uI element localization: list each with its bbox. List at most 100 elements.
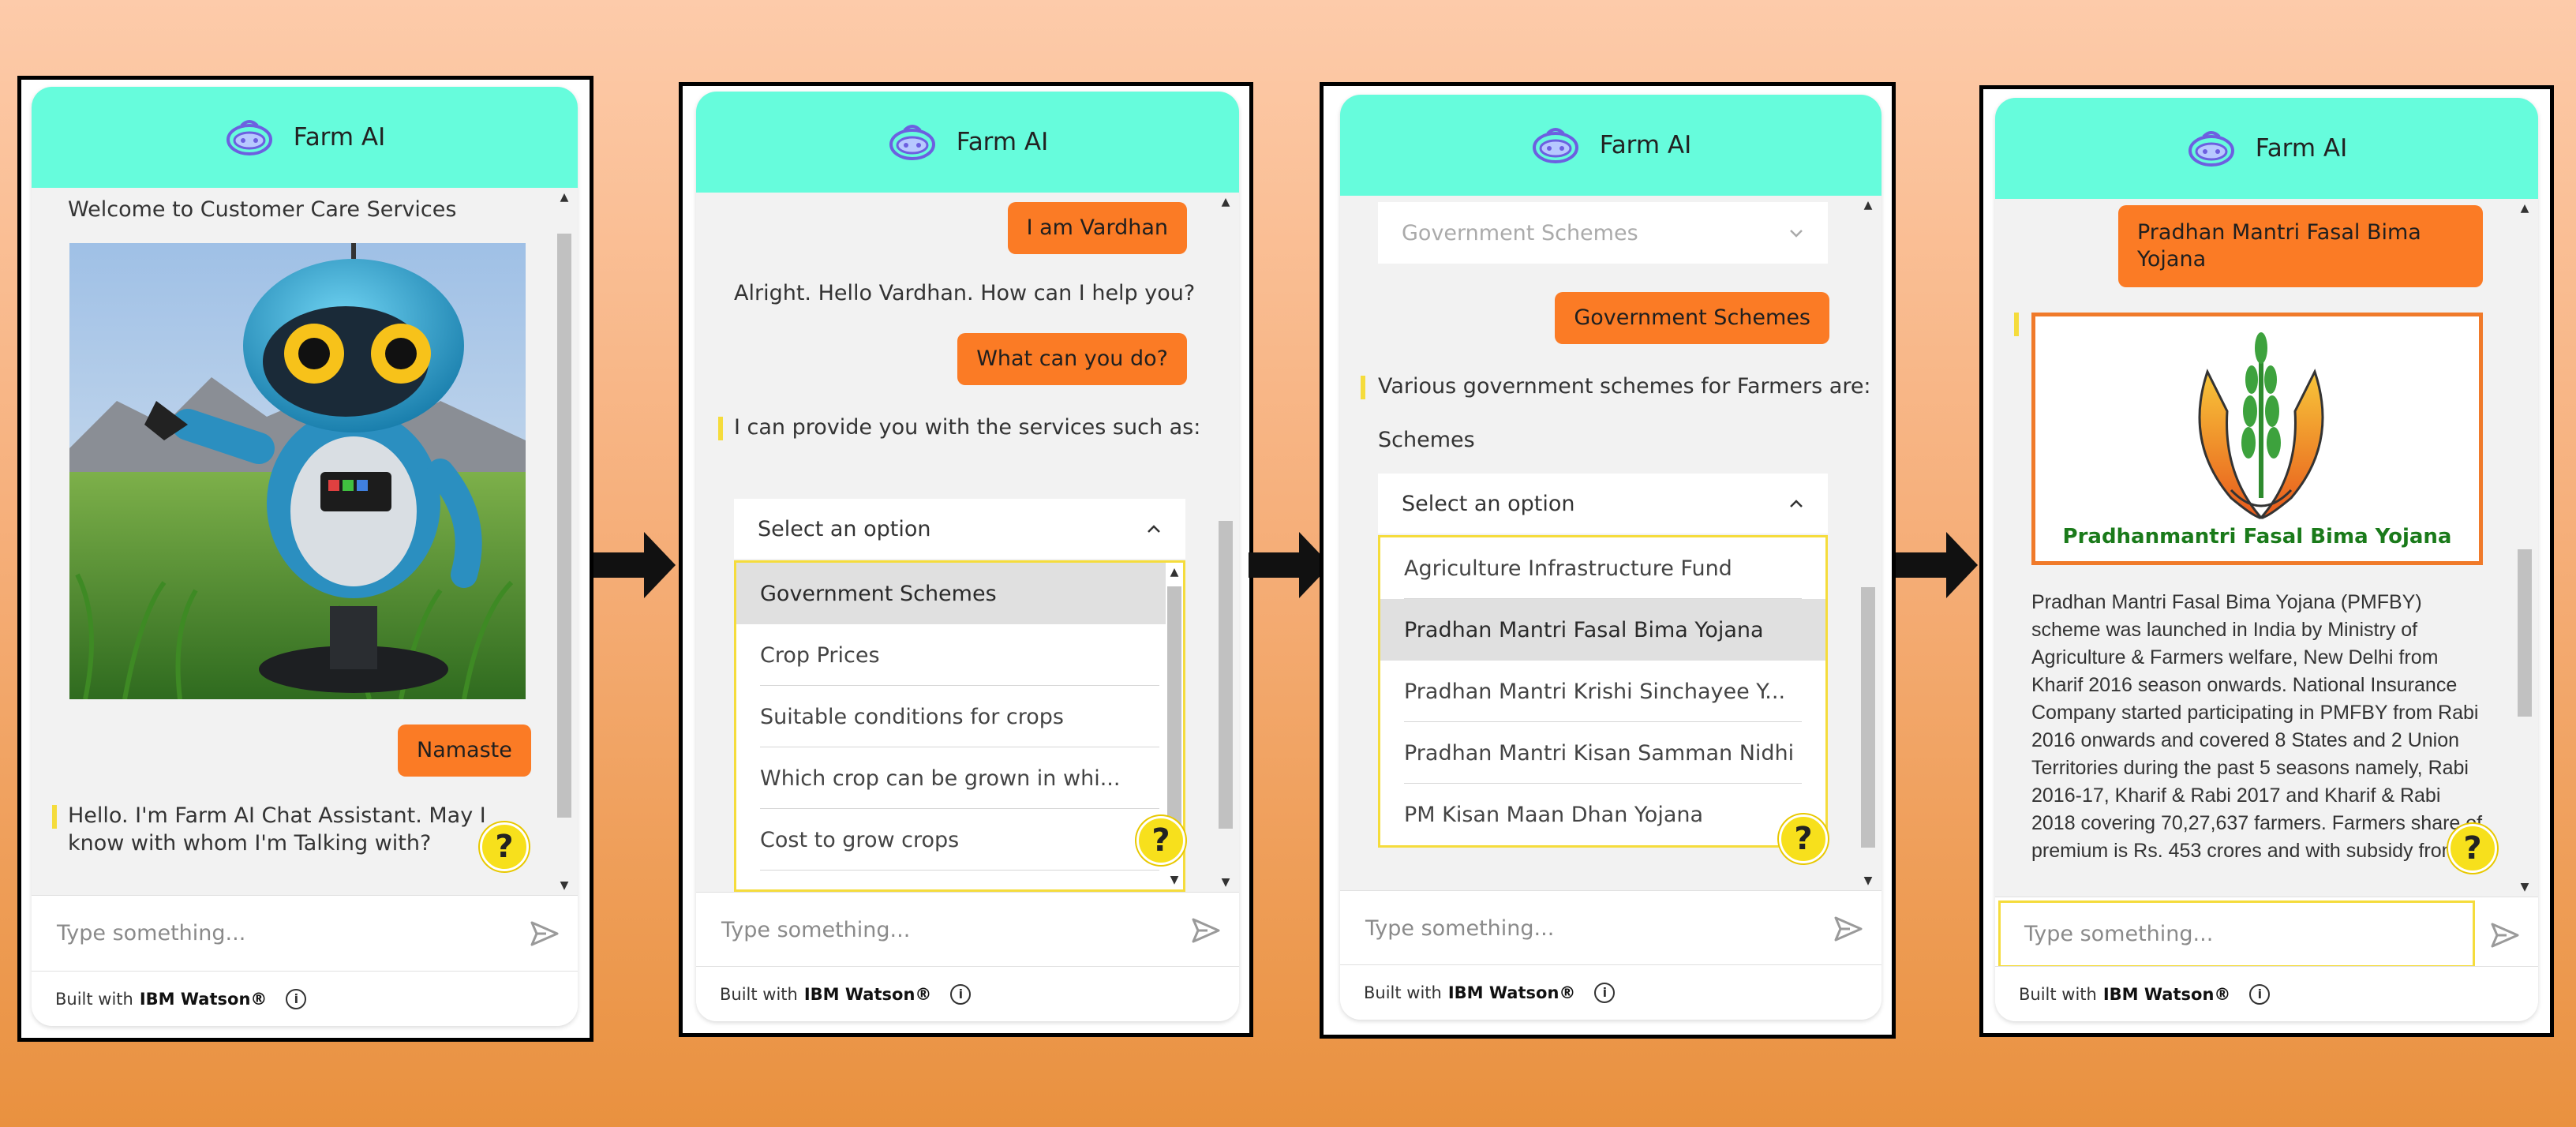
scroll-up-icon[interactable]: ▲ (1217, 194, 1234, 210)
message-input[interactable]: Type something... (696, 893, 1176, 968)
scheme-logo-caption: Pradhanmantri Fasal Bima Yojana (2062, 525, 2452, 549)
send-icon[interactable] (2489, 919, 2521, 951)
chat-header: Farm AI (1340, 95, 1881, 196)
info-icon[interactable]: i (1594, 982, 1616, 1003)
option-select[interactable]: Select an option (734, 499, 1185, 559)
scroll-thumb[interactable] (1219, 521, 1233, 829)
scroll-up-icon[interactable]: ▲ (1859, 197, 1877, 213)
info-icon[interactable]: i (950, 983, 972, 1005)
robot-logo-icon (1532, 128, 1578, 163)
scroll-down-icon[interactable]: ▼ (1217, 874, 1234, 890)
scroll-thumb[interactable] (1861, 587, 1875, 848)
scroll-down-icon[interactable]: ▼ (1859, 873, 1877, 889)
scheme-logo-image: Pradhanmantri Fasal Bima Yojana (2031, 313, 2483, 565)
select-placeholder: Select an option (1402, 491, 1575, 516)
bot-message-accent (52, 805, 57, 829)
chat-header: Farm AI (1995, 98, 2538, 199)
bot-message-accent (718, 417, 723, 440)
chat-scrollbar[interactable]: ▲ ▼ (2516, 199, 2533, 897)
bot-message: I can provide you with the services such… (734, 415, 1201, 440)
footer-brand: IBM Watson® (139, 989, 268, 1009)
robot-logo-icon (2188, 131, 2234, 167)
send-icon[interactable] (529, 918, 560, 949)
option-item[interactable]: Agriculture Infrastructure Fund (1380, 537, 1825, 599)
bot-message: Hello. I'm Farm AI Chat Assistant. May I… (68, 803, 486, 856)
scroll-up-icon[interactable]: ▲ (1166, 564, 1183, 580)
option-item[interactable]: PM Kisan Maan Dhan Yojana (1380, 784, 1825, 845)
footer: Built with IBM Watson® i (696, 966, 1239, 1021)
bot-message: Various government schemes for Farmers a… (1378, 374, 1871, 399)
help-button[interactable]: ? (480, 822, 529, 871)
footer-brand: IBM Watson® (1447, 983, 1576, 1002)
option-item[interactable]: Government Schemes (736, 563, 1183, 624)
scheme-description: Pradhan Mantri Fasal Bima Yojana (PMFBY)… (2031, 591, 2483, 862)
option-item[interactable]: Pesticides and Fertilizers (736, 871, 1183, 890)
help-button[interactable]: ? (1779, 814, 1828, 863)
message-input[interactable]: Type something... (32, 896, 515, 971)
scheme-select[interactable]: Select an option (1378, 474, 1828, 534)
chevron-up-icon (1790, 500, 1803, 507)
chat-scrollbar[interactable]: ▲ ▼ (556, 188, 573, 895)
schemes-label: Schemes (1378, 428, 1475, 452)
message-input[interactable]: Type something... (1998, 900, 2475, 968)
option-item[interactable]: Pradhan Mantri Kisan Samman Nidhi (1380, 722, 1825, 784)
chevron-up-icon (1148, 525, 1160, 533)
chat-panel-2: Farm AI I am Vardhan Alright. Hello Vard… (696, 92, 1239, 1021)
chat-header: Farm AI (32, 87, 578, 188)
scroll-up-icon[interactable]: ▲ (2516, 200, 2533, 216)
help-button[interactable]: ? (1136, 816, 1185, 865)
option-item[interactable]: Cost to grow crops (736, 809, 1183, 871)
scroll-up-icon[interactable]: ▲ (556, 189, 573, 205)
scroll-down-icon[interactable]: ▼ (1166, 872, 1183, 888)
bot-message: Alright. Hello Vardhan. How can I help y… (734, 281, 1196, 305)
message-input-bar: Type something... (1995, 897, 2538, 972)
user-message-bubble: Pradhan Mantri Fasal Bima Yojana (2118, 205, 2483, 287)
user-message-bubble: Government Schemes (1555, 292, 1829, 344)
scroll-thumb[interactable] (557, 234, 571, 818)
scheme-options-list: Agriculture Infrastructure Fund Pradhan … (1378, 535, 1828, 848)
flow-arrow-icon (1896, 532, 1978, 598)
footer: Built with IBM Watson® i (32, 971, 578, 1026)
app-title: Farm AI (1599, 131, 1692, 159)
message-input[interactable]: Type something... (1340, 891, 1818, 966)
robot-logo-icon (889, 125, 935, 160)
chat-panel-1: Farm AI Welcome to Customer Care Service… (32, 87, 578, 1026)
chat-area: I am Vardhan Alright. Hello Vardhan. How… (696, 193, 1239, 892)
robot-image (69, 243, 526, 699)
scroll-thumb[interactable] (1167, 586, 1181, 834)
footer-prefix: Built with (2019, 984, 2097, 1004)
footer-prefix: Built with (720, 984, 798, 1004)
info-icon[interactable]: i (286, 988, 307, 1009)
option-item[interactable]: Which crop can be grown in whi... (736, 747, 1183, 809)
option-item[interactable]: Pradhan Mantri Krishi Sinchayee Y... (1380, 661, 1825, 722)
app-title: Farm AI (2255, 134, 2348, 163)
option-item[interactable]: Pradhan Mantri Fasal Bima Yojana (1380, 599, 1825, 661)
info-icon[interactable]: i (2249, 983, 2271, 1005)
scroll-down-icon[interactable]: ▼ (556, 878, 573, 893)
bot-message-accent (2014, 313, 2019, 336)
scroll-down-icon[interactable]: ▼ (2516, 879, 2533, 895)
user-message-bubble: Namaste (398, 724, 531, 777)
message-input-bar: Type something... (32, 895, 578, 971)
scroll-thumb[interactable] (2518, 549, 2532, 717)
chat-area: Welcome to Customer Care Services Namast… (32, 188, 578, 895)
option-item[interactable]: Crop Prices (736, 624, 1183, 686)
footer: Built with IBM Watson® i (1995, 966, 2538, 1021)
chat-panel-3: Farm AI Government Schemes Government Sc… (1340, 95, 1881, 1020)
footer-brand: IBM Watson® (2102, 984, 2231, 1004)
option-item[interactable]: Suitable conditions for crops (736, 686, 1183, 747)
chat-scrollbar[interactable]: ▲ ▼ (1217, 193, 1234, 892)
message-input-bar: Type something... (696, 892, 1239, 968)
previous-select[interactable]: Government Schemes (1378, 202, 1828, 264)
robot-logo-icon (226, 120, 272, 155)
help-button[interactable]: ? (2448, 824, 2497, 873)
footer-prefix: Built with (1364, 983, 1442, 1002)
chevron-down-icon (1790, 230, 1803, 238)
footer-prefix: Built with (55, 989, 133, 1009)
flow-arrow-icon (593, 532, 676, 598)
chat-scrollbar[interactable]: ▲ ▼ (1859, 196, 1877, 890)
previous-select-value: Government Schemes (1402, 220, 1638, 245)
send-icon[interactable] (1833, 913, 1864, 945)
chat-area: Government Schemes Government Schemes Va… (1340, 196, 1881, 890)
send-icon[interactable] (1190, 915, 1222, 946)
